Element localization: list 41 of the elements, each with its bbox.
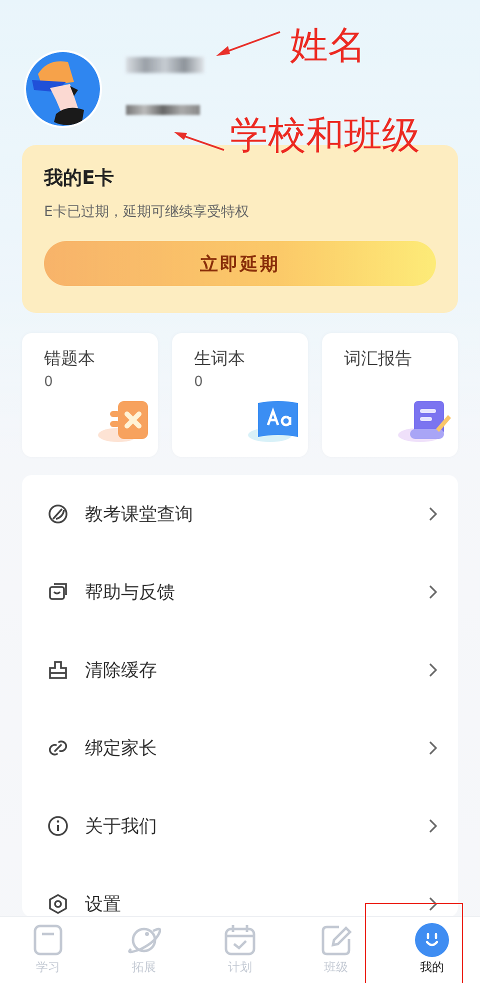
edit-icon <box>319 923 353 957</box>
chevron-right-icon <box>428 818 438 834</box>
shortcut-card[interactable]: 词汇报告 <box>322 333 458 457</box>
shortcut-count: 0 <box>194 374 204 390</box>
card-subtitle: E卡已过期，延期可继续享受特权 <box>44 203 250 221</box>
shortcut-title: 生词本 <box>194 348 246 370</box>
shortcut-title: 词汇报告 <box>344 348 413 370</box>
chevron-right-icon <box>428 506 438 522</box>
shortcut-card[interactable]: 错题本 0 <box>22 333 158 457</box>
annotation-arrow <box>172 130 226 152</box>
shortcut-count: 0 <box>44 374 54 390</box>
menu-item[interactable]: 清除缓存 <box>44 631 436 709</box>
menu-label: 教考课堂查询 <box>85 503 194 526</box>
menu-item[interactable]: 帮助与反馈 <box>44 553 436 631</box>
chevron-right-icon <box>428 662 438 678</box>
chevron-right-icon <box>428 584 438 600</box>
annotation-arrow <box>214 30 282 58</box>
calendar-icon <box>223 923 257 957</box>
menu-label: 清除缓存 <box>85 659 158 682</box>
annotation-label: 姓名 <box>290 22 366 69</box>
settings-icon <box>47 893 69 915</box>
card-title: 我的E卡 <box>44 166 115 191</box>
shortcut-title: 错题本 <box>44 348 96 370</box>
face-icon <box>415 923 449 957</box>
menu-item[interactable]: 设置 <box>44 865 436 917</box>
extend-button[interactable]: 立即延期 <box>44 241 436 286</box>
menu-item[interactable]: 关于我们 <box>44 787 436 865</box>
menu-item[interactable]: 教考课堂查询 <box>44 475 436 553</box>
menu-label: 设置 <box>85 893 122 916</box>
chat-icon <box>47 581 69 603</box>
menu-label: 关于我们 <box>85 815 158 838</box>
chevron-right-icon <box>428 896 438 912</box>
tab-item[interactable]: 我的 <box>384 917 480 983</box>
square-icon <box>31 923 65 957</box>
annotation-label: 学校和班级 <box>230 112 420 159</box>
shortcut-card[interactable]: 生词本 0 <box>172 333 308 457</box>
menu-item[interactable]: 绑定家长 <box>44 709 436 787</box>
info-icon <box>47 815 69 837</box>
menu-label: 帮助与反馈 <box>85 581 176 604</box>
menu-label: 绑定家长 <box>85 737 158 760</box>
chevron-right-icon <box>428 740 438 756</box>
